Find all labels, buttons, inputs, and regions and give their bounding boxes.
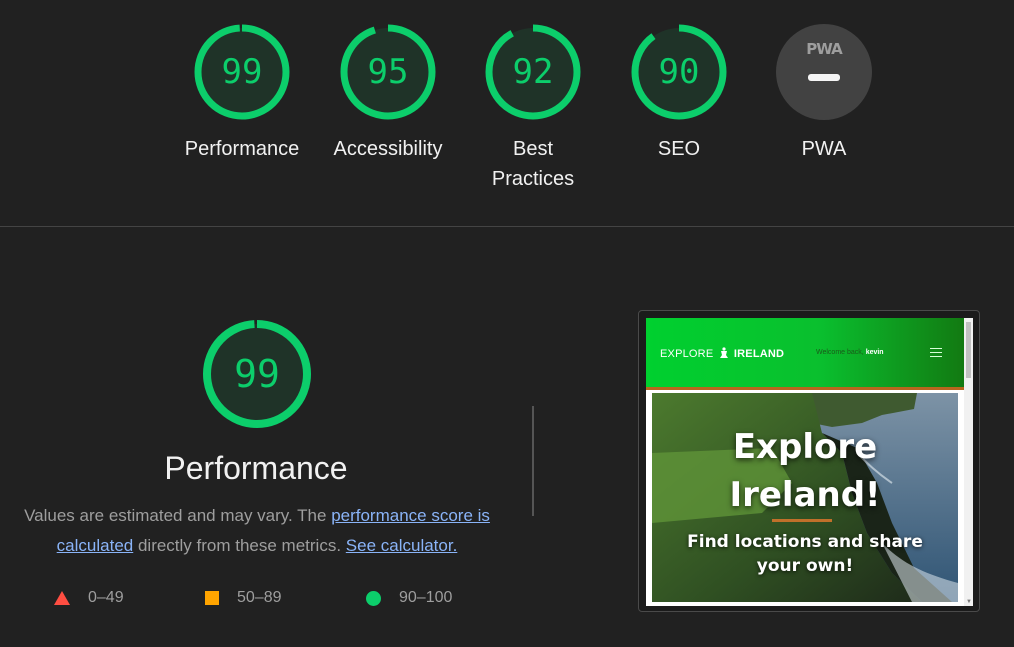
site-navbar: EXPLORE IRELAND Welcome back, kevin xyxy=(646,318,964,390)
welcome-username: kevin xyxy=(865,349,884,356)
performance-main-gauge: 99 xyxy=(202,319,312,429)
gauge-accessibility[interactable]: 95 Accessibility xyxy=(318,24,458,164)
gauge-best-practices[interactable]: 92 Best Practices xyxy=(463,24,603,194)
section-divider xyxy=(0,226,1014,227)
hero-subtitle-line2: your own! xyxy=(756,556,854,576)
final-screenshot[interactable]: EXPLORE IRELAND Welcome back, kevin Expl… xyxy=(638,310,980,612)
performance-score: 99 xyxy=(221,52,263,92)
welcome-message: Welcome back, kevin xyxy=(816,349,884,356)
seo-gauge: 90 xyxy=(631,24,727,120)
see-calculator-link[interactable]: See calculator. xyxy=(346,536,458,555)
hero-underline xyxy=(772,519,832,522)
screenshot-viewport: EXPLORE IRELAND Welcome back, kevin Expl… xyxy=(646,318,973,606)
screenshot-scrollbar: ▼ xyxy=(964,318,973,606)
scroll-down-arrow-icon: ▼ xyxy=(966,599,972,605)
legend-average: 50–89 xyxy=(205,589,282,607)
orange-square-icon xyxy=(205,591,219,605)
legend-average-range: 50–89 xyxy=(237,589,282,606)
scrollbar-thumb xyxy=(966,322,971,378)
gauge-performance[interactable]: 99 Performance xyxy=(172,24,312,164)
pwa-badge: PWA xyxy=(776,24,872,120)
hero-subtitle-line1: Find locations and share xyxy=(687,532,923,552)
legend-pass-range: 90–100 xyxy=(399,589,453,606)
vertical-divider xyxy=(532,406,534,516)
pwa-dash-icon xyxy=(808,74,840,81)
brand-prefix: EXPLORE xyxy=(660,348,714,360)
performance-label: Performance xyxy=(184,138,300,160)
legend-pass: 90–100 xyxy=(366,589,452,607)
hero-title: Explore Ireland! xyxy=(652,423,958,519)
accessibility-score: 95 xyxy=(367,52,409,92)
gauge-seo[interactable]: 90 SEO xyxy=(609,24,749,164)
best-practices-gauge: 92 xyxy=(485,24,581,120)
hero-title-line2: Ireland! xyxy=(729,475,881,515)
performance-title: Performance xyxy=(164,450,348,486)
gauge-pwa[interactable]: PWA PWA xyxy=(754,24,894,164)
best-practices-score: 92 xyxy=(512,52,554,92)
brand-name: IRELAND xyxy=(733,348,785,360)
hamburger-icon xyxy=(930,348,942,360)
best-practices-label: Best Practices xyxy=(491,138,575,190)
hero-image: Explore Ireland! Find locations and shar… xyxy=(652,393,958,602)
accessibility-gauge: 95 xyxy=(340,24,436,120)
seo-label: SEO xyxy=(657,138,701,160)
hero-subtitle: Find locations and share your own! xyxy=(652,530,958,578)
accessibility-label: Accessibility xyxy=(333,138,443,160)
green-circle-icon xyxy=(366,590,381,606)
legend-fail-range: 0–49 xyxy=(88,589,124,606)
red-triangle-icon xyxy=(54,591,70,605)
description-middle: directly from these metrics. xyxy=(133,536,346,555)
hero-title-line1: Explore xyxy=(732,427,878,467)
legend-fail: 0–49 xyxy=(54,589,124,607)
performance-description: Values are estimated and may vary. The p… xyxy=(10,501,504,561)
performance-main-score: 99 xyxy=(234,352,280,396)
performance-gauge: 99 xyxy=(194,24,290,120)
site-brand: EXPLORE IRELAND xyxy=(660,347,784,360)
pwa-badge-text: PWA xyxy=(806,40,842,58)
description-prefix: Values are estimated and may vary. The xyxy=(24,506,332,525)
seo-score: 90 xyxy=(658,52,700,92)
pwa-label: PWA xyxy=(801,138,847,160)
celtic-figure-icon xyxy=(719,347,728,358)
welcome-text: Welcome back, xyxy=(816,349,864,356)
